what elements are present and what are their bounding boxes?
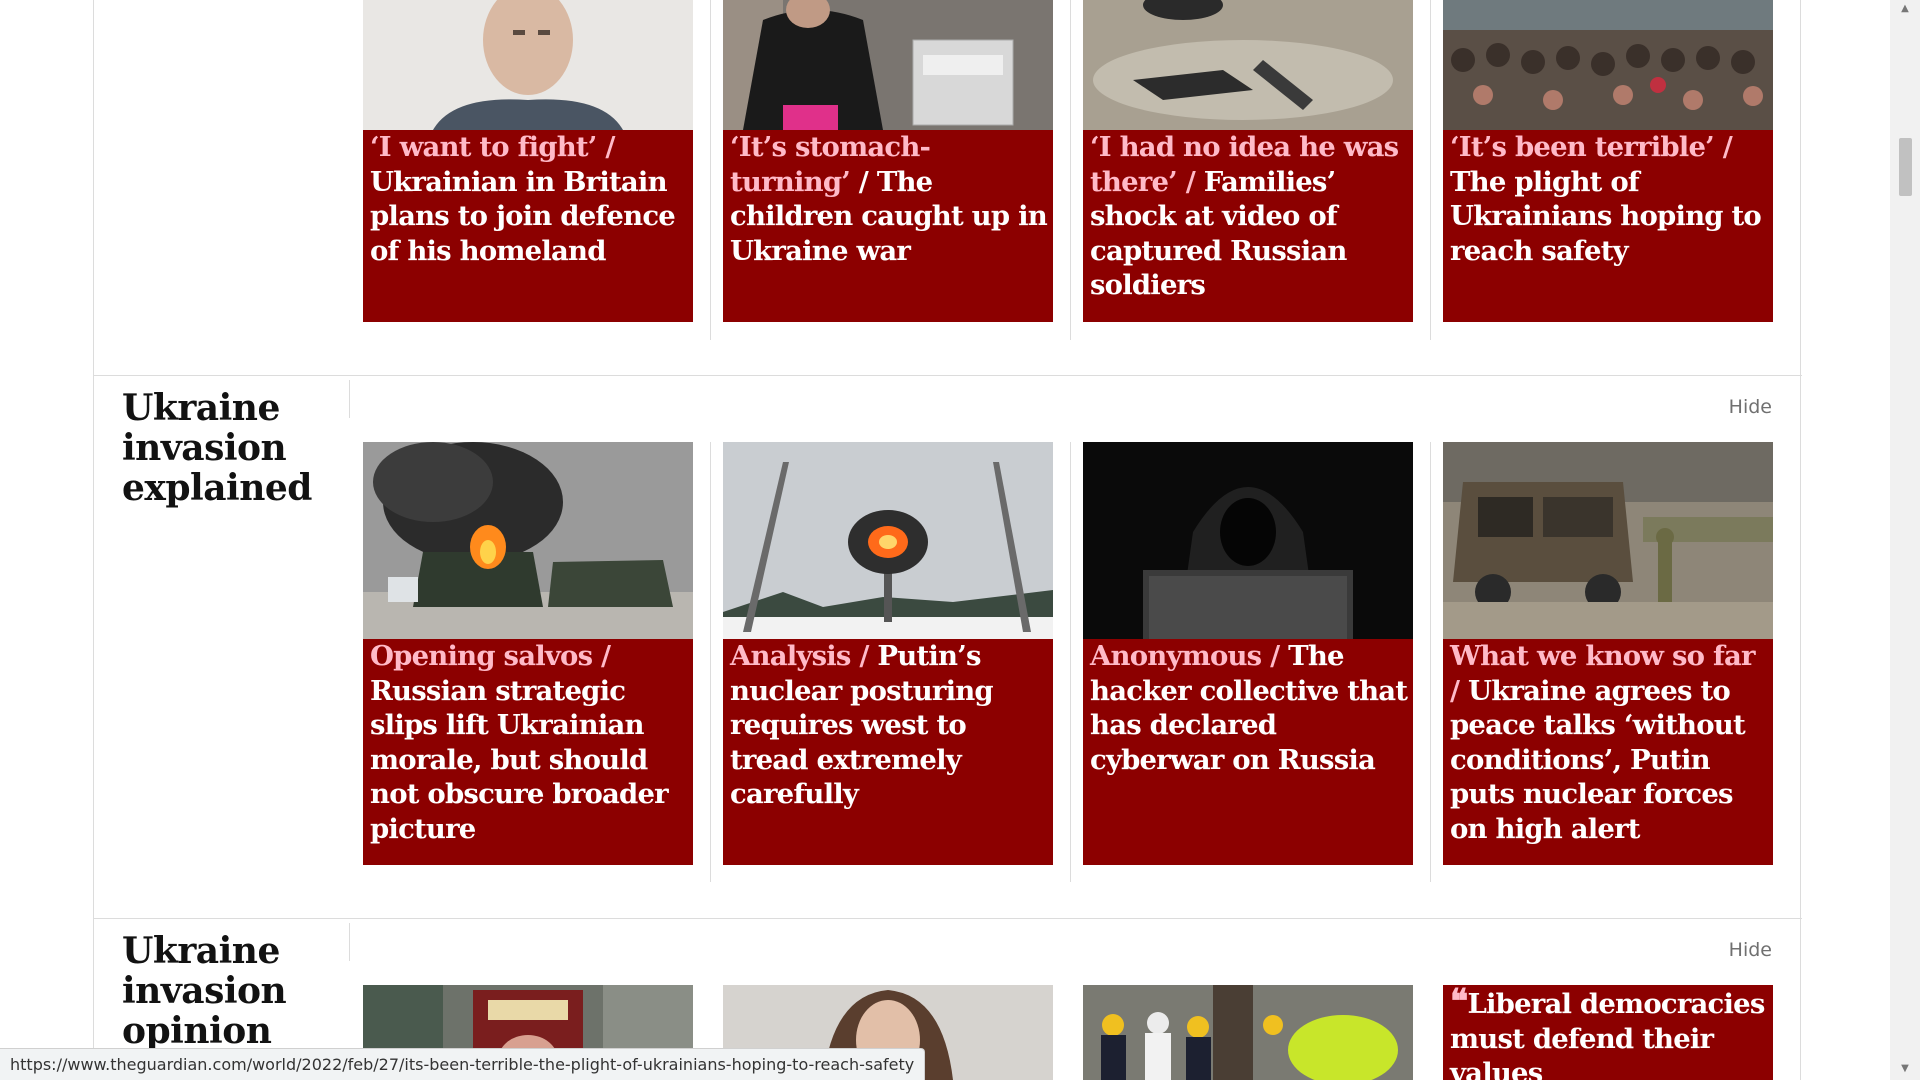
story-image-portrait-man: [363, 0, 693, 130]
story-image-missile-explosion: [723, 442, 1053, 639]
quote-icon: ❝: [1450, 985, 1468, 1022]
section-title: Ukraine invasion explained: [122, 387, 312, 509]
story-kicker: Anonymous /: [1090, 640, 1280, 672]
column-divider: [1070, 0, 1071, 340]
story-card[interactable]: Opening salvos / Russian strategic slips…: [363, 442, 693, 865]
story-headline: Anonymous / The hacker collective that h…: [1090, 639, 1409, 777]
story-headline: ‘It’s been terrible’ / The plight of Ukr…: [1450, 130, 1769, 268]
scroll-up-icon[interactable]: ▲: [1899, 3, 1911, 15]
opinion-card[interactable]: ❝Liberal democracies must defend their v…: [1443, 985, 1773, 1080]
title-divider: [349, 380, 350, 418]
section-divider: [94, 918, 1802, 919]
story-card[interactable]: [1083, 985, 1413, 1080]
column-divider: [1430, 0, 1431, 340]
story-headline: Opening salvos / Russian strategic slips…: [370, 639, 689, 846]
story-kicker: ‘It’s been terrible’ /: [1450, 131, 1733, 163]
story-image-debris-on-ground: [1083, 0, 1413, 130]
story-headline: Analysis / Putin’s nuclear posturing req…: [730, 639, 1049, 812]
status-bar-url: https://www.theguardian.com/world/2022/f…: [0, 1048, 926, 1080]
story-headline: ‘I had no idea he was there’ / Families’…: [1090, 130, 1409, 303]
story-image-crowd-at-station: [1443, 0, 1773, 130]
story-card[interactable]: ‘I want to fight’ / Ukrainian in Britain…: [363, 0, 693, 322]
story-title: Ukrainian in Britain plans to join defen…: [370, 165, 676, 267]
story-image-emergency-workers: [1083, 985, 1413, 1080]
story-card[interactable]: ‘It’s stomach-turning’ / The children ca…: [723, 0, 1053, 322]
hide-section-button[interactable]: Hide: [1729, 939, 1772, 961]
story-card[interactable]: Analysis / Putin’s nuclear posturing req…: [723, 442, 1053, 865]
section-title: Ukraine invasion opinion: [122, 930, 287, 1052]
scrollbar[interactable]: ▲ ▼: [1890, 0, 1920, 1080]
opinion-headline: ❝Liberal democracies must defend their v…: [1450, 985, 1769, 1080]
story-title: Ukraine agrees to peace talks ‘without c…: [1450, 674, 1746, 845]
story-card[interactable]: Anonymous / The hacker collective that h…: [1083, 442, 1413, 865]
page-frame: ‘I want to fight’ / Ukrainian in Britain…: [93, 0, 1802, 1080]
story-title: The plight of Ukrainians hoping to reach…: [1450, 165, 1762, 267]
column-divider: [710, 442, 711, 882]
story-card[interactable]: ‘It’s been terrible’ / The plight of Ukr…: [1443, 0, 1773, 322]
column-divider: [1070, 442, 1071, 882]
story-title: Russian strategic slips lift Ukrainian m…: [370, 674, 669, 845]
scroll-down-icon[interactable]: ▼: [1899, 1063, 1911, 1075]
story-kicker: Opening salvos /: [370, 640, 611, 672]
column-divider: [1430, 442, 1431, 882]
story-card[interactable]: ‘I had no idea he was there’ / Families’…: [1083, 0, 1413, 322]
story-kicker: Analysis /: [730, 640, 869, 672]
story-headline: ‘I want to fight’ / Ukrainian in Britain…: [370, 130, 689, 268]
story-image-woman-with-bag: [723, 0, 1053, 130]
story-headline: What we know so far / Ukraine agrees to …: [1450, 639, 1769, 846]
section-divider: [94, 375, 1802, 376]
story-title: Liberal democracies must defend their va…: [1450, 988, 1765, 1080]
story-image-burning-vehicles: [363, 442, 693, 639]
title-divider: [349, 923, 350, 961]
story-image-destroyed-truck: [1443, 442, 1773, 639]
hide-section-button[interactable]: Hide: [1729, 396, 1772, 418]
column-divider: [710, 0, 711, 340]
story-card[interactable]: What we know so far / Ukraine agrees to …: [1443, 442, 1773, 865]
story-kicker: ‘I want to fight’ /: [370, 131, 615, 163]
story-headline: ‘It’s stomach-turning’ / The children ca…: [730, 130, 1049, 268]
story-image-hooded-hacker: [1083, 442, 1413, 639]
scroll-thumb[interactable]: [1899, 138, 1912, 196]
